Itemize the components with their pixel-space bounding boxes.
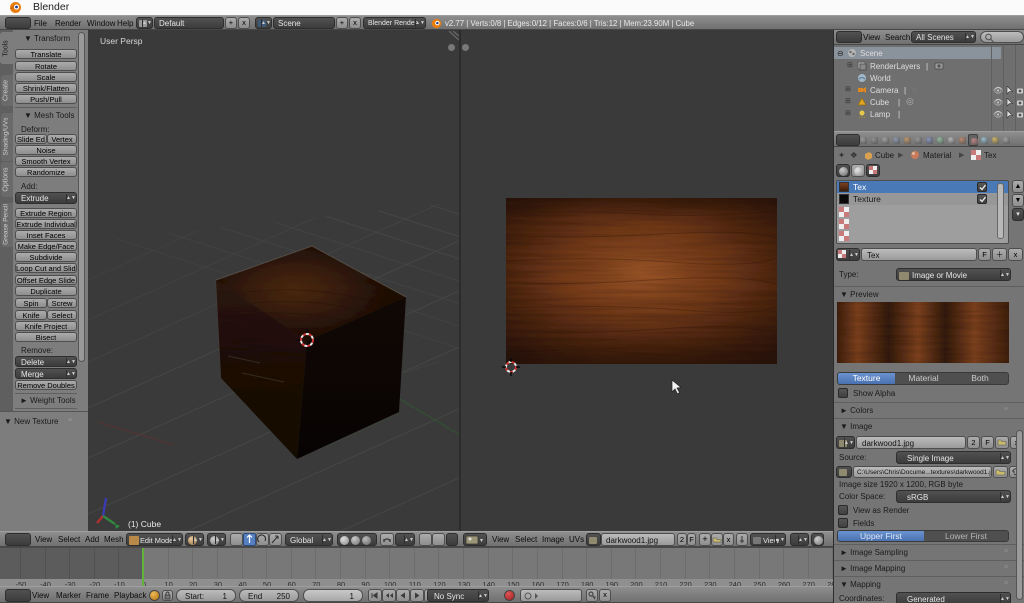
svg-text:▾: ▾	[480, 538, 483, 544]
svg-text:User Persp: User Persp	[100, 36, 143, 46]
svg-text:(1) Cube: (1) Cube	[128, 519, 161, 529]
